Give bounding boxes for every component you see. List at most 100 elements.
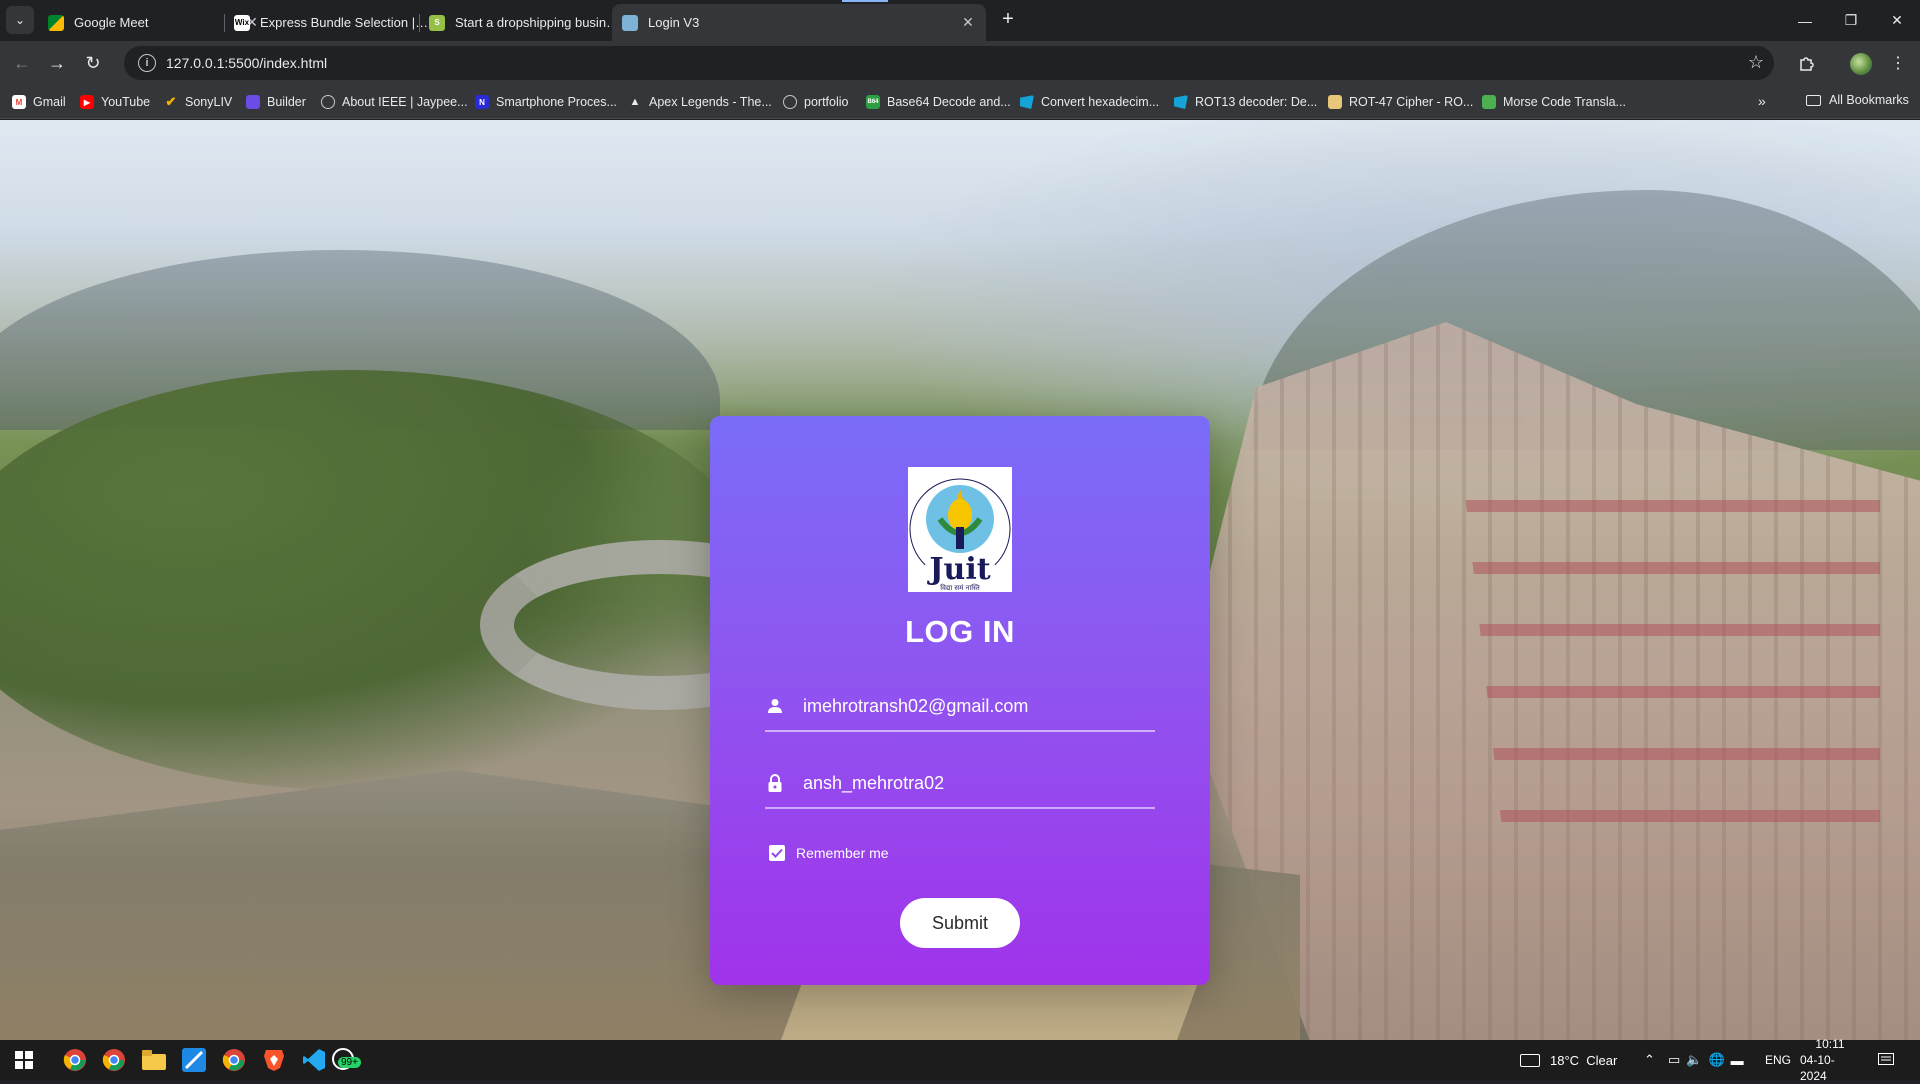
bookmark-builder[interactable]: Builder (246, 93, 306, 111)
bookmark-label: Apex Legends - The... (649, 95, 772, 109)
convert-icon (1020, 95, 1034, 109)
brave-icon[interactable] (260, 1046, 288, 1074)
chrome-active-icon[interactable] (212, 1040, 256, 1080)
clock[interactable]: 10:11 04-10-2024 (1800, 1037, 1860, 1083)
email-value: imehrotransh02@gmail.com (803, 695, 1029, 716)
bookmark-label: Smartphone Proces... (496, 95, 617, 109)
bookmark-rot47[interactable]: ROT-47 Cipher - RO... (1328, 93, 1473, 111)
windows-start-icon[interactable] (10, 1046, 38, 1074)
bookmark-label: portfolio (804, 95, 849, 109)
bookmark-smartphone[interactable]: N Smartphone Proces... (475, 93, 617, 111)
password-value: ansh_mehrotra02 (803, 772, 945, 793)
builder-icon (246, 95, 260, 109)
weather-widget[interactable]: 18°C Clear (1520, 1040, 1617, 1080)
bookmark-convert-hex[interactable]: Convert hexadecim... (1020, 93, 1159, 111)
bookmark-base64[interactable]: B64 Base64 Decode and... (866, 93, 1011, 111)
battery-icon: ▬ (1730, 1052, 1744, 1068)
show-hidden-icons[interactable]: ⌃ (1644, 1040, 1655, 1080)
logo-text: Juit (926, 552, 990, 587)
rot47-icon (1328, 95, 1342, 109)
bookmark-label: Base64 Decode and... (887, 95, 1011, 109)
notifications-icon[interactable] (1878, 1040, 1894, 1080)
reload-button[interactable]: ↻ (80, 50, 106, 76)
shopify-icon: S (429, 14, 445, 31)
lock-icon (765, 773, 785, 793)
profile-avatar[interactable] (1850, 53, 1872, 75)
bookmark-about-ieee[interactable]: About IEEE | Jaypee... (321, 93, 468, 111)
clock-date: 04-10-2024 (1800, 1053, 1835, 1083)
vscode-icon[interactable] (300, 1046, 328, 1074)
tab-login-v3[interactable]: Login V3 ✕ (612, 4, 986, 41)
page-background: Juit विद्या समं नास्ति LOG IN imehrotran… (0, 120, 1920, 1040)
bookmark-morse[interactable]: Morse Code Transla... (1482, 93, 1626, 111)
remember-checkbox[interactable] (769, 845, 785, 861)
tab-search-button[interactable]: ⌄ (6, 6, 34, 34)
meet-now-icon: ▭ (1668, 1052, 1681, 1067)
submit-button[interactable]: Submit (900, 898, 1020, 948)
minimize-button[interactable]: ― (1782, 0, 1828, 41)
wix-icon: Wix (234, 14, 250, 31)
chrome-icon[interactable] (100, 1046, 128, 1074)
bookmark-rot13[interactable]: ROT13 decoder: De... (1174, 93, 1317, 111)
bookmark-label: Morse Code Transla... (1503, 95, 1626, 109)
bookmark-portfolio[interactable]: portfolio (783, 93, 848, 111)
app-icon[interactable] (180, 1046, 208, 1074)
tab-title: Google Meet (74, 15, 149, 30)
rot13-icon (1174, 95, 1188, 109)
bookmark-youtube[interactable]: ▶ YouTube (80, 93, 150, 111)
bookmark-gmail[interactable]: M Gmail (12, 93, 66, 111)
bookmark-label: Gmail (33, 95, 66, 109)
weather-icon (1520, 1053, 1540, 1067)
bookmark-label: SonyLIV (185, 95, 233, 109)
apex-icon: ▲ (629, 96, 641, 108)
close-window-button[interactable]: ✕ (1874, 0, 1920, 41)
chrome-profile-a-icon[interactable] (61, 1046, 89, 1074)
address-bar[interactable]: i 127.0.0.1:5500/index.html ☆ (124, 46, 1774, 80)
bookmark-label: ROT13 decoder: De... (1195, 95, 1318, 109)
notion-icon: N (475, 95, 489, 109)
globe-icon (321, 95, 335, 109)
globe-icon (783, 95, 797, 109)
email-field[interactable]: imehrotransh02@gmail.com (765, 682, 1155, 732)
bookmarks-bar: M Gmail ▶ YouTube ✔ SonyLIV Builder Abou… (0, 85, 1920, 119)
logo-motto: विद्या समं नास्ति (940, 583, 981, 592)
weather-text: 18°C Clear (1550, 1052, 1618, 1068)
more-bookmarks-icon[interactable]: » (1758, 93, 1766, 109)
tab-title: Login V3 (648, 15, 700, 30)
bookmark-star-icon[interactable]: ☆ (1748, 52, 1764, 73)
restore-button[interactable]: ❐ (1828, 0, 1874, 41)
bookmark-sonyliv[interactable]: ✔ SonyLIV (164, 93, 233, 111)
all-bookmarks-button[interactable]: All Bookmarks (1806, 93, 1909, 107)
juit-logo: Juit विद्या समं नास्ति (900, 467, 1020, 592)
bookmark-label: Convert hexadecim... (1041, 95, 1160, 109)
remember-me: Remember me (769, 845, 889, 861)
network-icon: 🌐 (1708, 1052, 1725, 1067)
menu-icon[interactable]: ⋮ (1886, 51, 1910, 75)
bookmark-label: ROT-47 Cipher - RO... (1349, 95, 1474, 109)
whatsapp-badge: 99+ (338, 1057, 361, 1068)
taskbar: 99+ 18°C Clear ⌃ ▭ 🔈 🌐 ▬ ENG 10:11 04-10… (0, 1037, 1920, 1083)
site-info-icon[interactable]: i (138, 54, 156, 72)
back-button[interactable]: ← (9, 50, 35, 76)
password-field[interactable]: ansh_mehrotra02 (765, 759, 1155, 809)
user-icon (765, 696, 785, 716)
bookmark-label: Builder (267, 95, 306, 109)
close-icon[interactable]: ✕ (960, 14, 976, 31)
morse-icon (1482, 95, 1496, 109)
browser-toolbar: ← → ↻ i 127.0.0.1:5500/index.html ☆ ⋮ (0, 41, 1920, 85)
bookmark-apex[interactable]: ▲ Apex Legends - The... (628, 93, 772, 111)
forward-button[interactable]: → (44, 50, 70, 76)
extensions-icon[interactable] (1795, 51, 1819, 75)
whatsapp-icon[interactable]: 99+ (330, 1046, 361, 1074)
language-indicator[interactable]: ENG (1765, 1040, 1791, 1080)
file-explorer-icon[interactable] (140, 1046, 168, 1074)
tab-loading-indicator (842, 0, 888, 2)
speaker-icon: 🔈 (1686, 1052, 1703, 1067)
remember-label: Remember me (796, 845, 889, 861)
login-page-icon (622, 14, 638, 31)
system-tray-icons[interactable]: ▭ 🔈 🌐 ▬ (1668, 1040, 1744, 1080)
bookmark-label: About IEEE | Jaypee... (342, 95, 468, 109)
tab-title: Express Bundle Selection | Wix.c (260, 15, 430, 30)
tab-bar: ⌄ Google Meet ✕ Wix Express Bundle Selec… (0, 0, 1920, 41)
new-tab-button[interactable]: + (996, 8, 1020, 32)
